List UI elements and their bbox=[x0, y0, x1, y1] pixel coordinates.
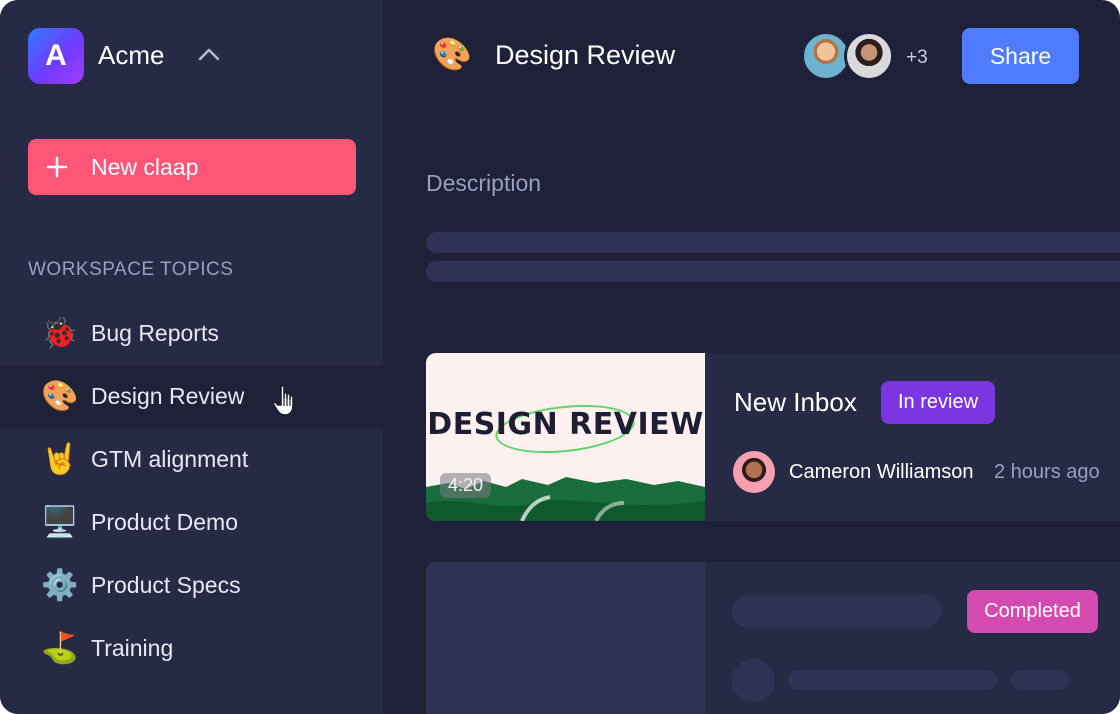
sidebar-item-label: Product Demo bbox=[91, 509, 239, 535]
new-claap-label: New claap bbox=[91, 153, 199, 180]
status-badge: In review bbox=[881, 381, 995, 424]
thumbnail-title: DESIGN REVIEW bbox=[427, 407, 704, 442]
author-name: Cameron Williamson bbox=[789, 461, 974, 483]
description-label: Description bbox=[426, 170, 542, 196]
video-thumbnail-placeholder bbox=[426, 562, 705, 714]
rock-hand-icon: 🤘 bbox=[41, 442, 79, 476]
palette-icon: 🎨 bbox=[41, 379, 79, 413]
topic-list: 🐞 Bug Reports 🎨 Design Review 🤘 GTM alig… bbox=[0, 302, 383, 680]
ladybug-icon: 🐞 bbox=[41, 316, 79, 350]
monitor-icon: 🖥️ bbox=[41, 505, 79, 539]
sidebar-item-label: Bug Reports bbox=[91, 320, 219, 346]
sidebar-item-design-review[interactable]: 🎨 Design Review bbox=[0, 365, 383, 428]
sidebar-item-bug-reports[interactable]: 🐞 Bug Reports bbox=[0, 302, 383, 365]
description-placeholder-line bbox=[426, 261, 1120, 282]
share-button[interactable]: Share bbox=[962, 28, 1079, 84]
author-avatar bbox=[733, 451, 775, 493]
hand-pointer-cursor-icon bbox=[272, 385, 294, 416]
sidebar-item-label: Design Review bbox=[91, 383, 245, 409]
page-title: Design Review bbox=[495, 40, 676, 70]
sidebar-item-label: GTM alignment bbox=[91, 446, 249, 472]
app-window: A Acme New claap WORKSPACE TOPICS 🐞 Bug … bbox=[0, 0, 1120, 714]
time-placeholder bbox=[1011, 670, 1070, 690]
member-avatar[interactable] bbox=[844, 31, 894, 81]
palette-icon: 🎨 bbox=[432, 36, 472, 72]
video-duration: 4:20 bbox=[440, 473, 492, 498]
workspace-name[interactable]: Acme bbox=[98, 40, 164, 71]
members-extra-count[interactable]: +3 bbox=[906, 47, 928, 69]
golf-flag-icon: ⛳ bbox=[41, 631, 79, 665]
sidebar-item-label: Product Specs bbox=[91, 572, 241, 598]
description-placeholder-line bbox=[426, 232, 1120, 253]
gear-icon: ⚙️ bbox=[41, 568, 79, 602]
sidebar-item-product-demo[interactable]: 🖥️ Product Demo bbox=[0, 491, 383, 554]
workspace-logo[interactable]: A bbox=[28, 28, 84, 84]
status-badge: Completed bbox=[967, 590, 1098, 633]
chevron-up-icon[interactable] bbox=[198, 46, 220, 62]
video-thumbnail[interactable]: DESIGN REVIEW 4:20 bbox=[426, 353, 705, 521]
sidebar-item-training[interactable]: ⛳ Training bbox=[0, 617, 383, 680]
sidebar-item-label: Training bbox=[91, 635, 174, 661]
sidebar: A Acme New claap WORKSPACE TOPICS 🐞 Bug … bbox=[0, 0, 383, 714]
sidebar-item-product-specs[interactable]: ⚙️ Product Specs bbox=[0, 554, 383, 617]
sidebar-item-gtm-alignment[interactable]: 🤘 GTM alignment bbox=[0, 428, 383, 491]
avatar-placeholder bbox=[732, 659, 775, 702]
timestamp: 2 hours ago bbox=[994, 461, 1100, 483]
author-placeholder bbox=[788, 670, 997, 690]
workspace-topics-heading: WORKSPACE TOPICS bbox=[28, 259, 234, 280]
video-card[interactable]: DESIGN REVIEW 4:20 New Inbox In review C… bbox=[426, 353, 1120, 521]
card-title[interactable]: New Inbox bbox=[734, 387, 857, 418]
video-card[interactable]: Completed bbox=[426, 562, 1120, 714]
title-placeholder bbox=[732, 595, 941, 627]
new-claap-button[interactable]: New claap bbox=[28, 139, 356, 195]
plus-icon bbox=[46, 156, 68, 178]
